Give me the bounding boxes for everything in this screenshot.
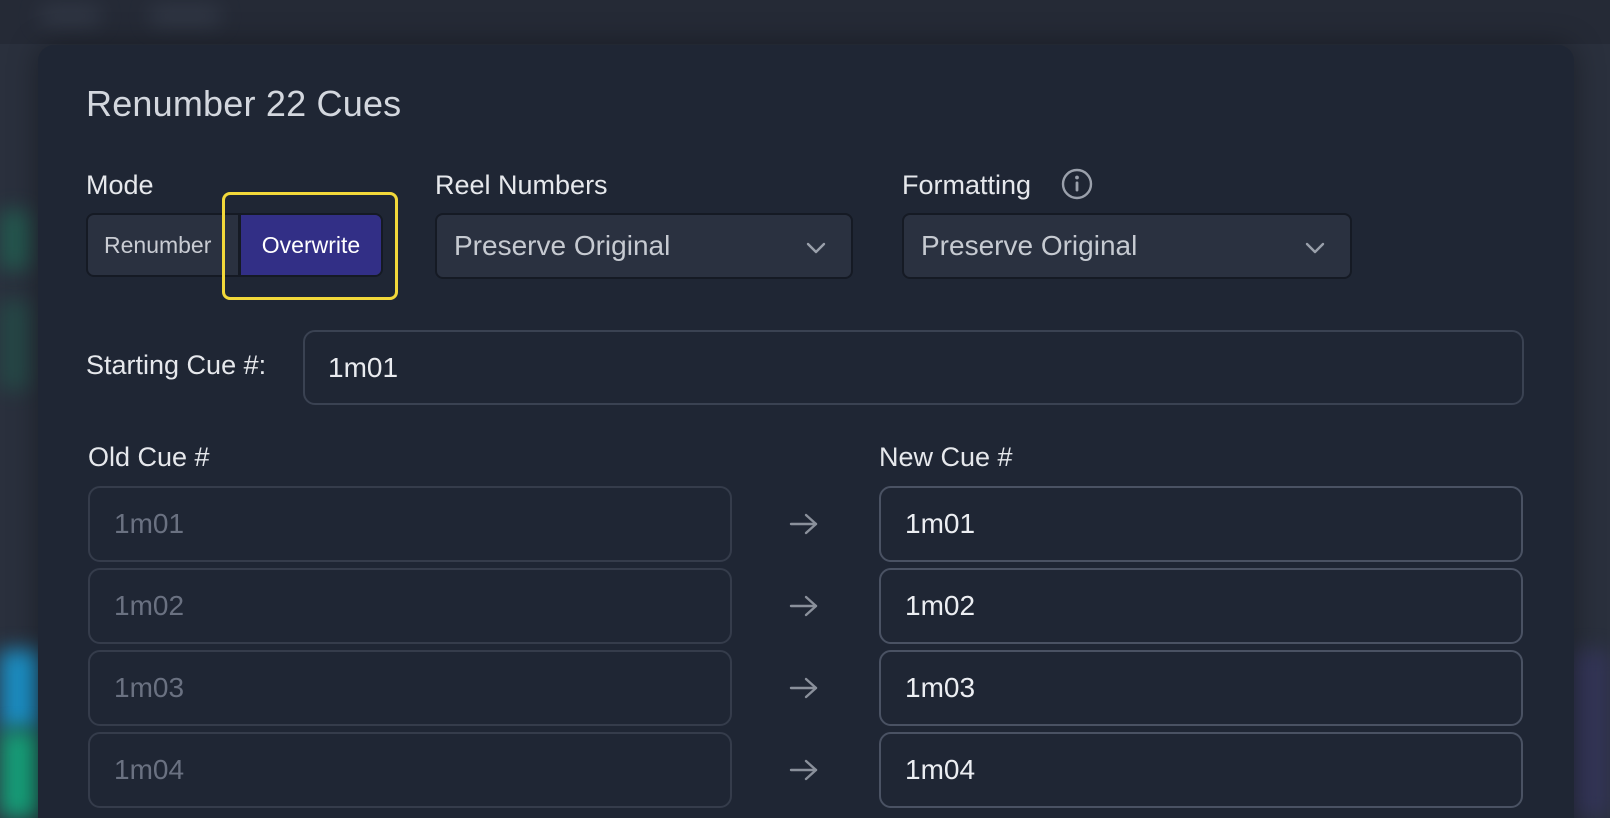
background-shape <box>40 6 100 26</box>
starting-cue-label: Starting Cue #: <box>86 350 267 380</box>
new-cue-input[interactable]: 1m03 <box>879 650 1523 726</box>
formatting-label: Formatting <box>902 170 1032 200</box>
formatting-select[interactable]: Preserve Original <box>902 213 1352 279</box>
new-cue-input[interactable]: 1m02 <box>879 568 1523 644</box>
formatting-value: Preserve Original <box>921 230 1138 261</box>
reel-numbers-select[interactable]: Preserve Original <box>435 213 853 279</box>
background-shape <box>0 650 40 730</box>
background-shape <box>0 300 30 390</box>
dialog-title: Renumber 22 Cues <box>86 83 402 124</box>
mode-label: Mode <box>86 170 154 200</box>
mode-overwrite-button[interactable]: Overwrite <box>238 215 381 275</box>
new-cue-column-header: New Cue # <box>879 442 1013 472</box>
chevron-down-icon <box>1305 242 1325 254</box>
arrow-right-icon <box>789 759 818 781</box>
cue-row: 1m03 1m03 <box>38 650 1574 726</box>
background-shape <box>0 730 40 818</box>
reel-numbers-label: Reel Numbers <box>435 170 608 200</box>
new-cue-input[interactable]: 1m04 <box>879 732 1523 808</box>
reel-numbers-value: Preserve Original <box>454 230 671 261</box>
background-shape <box>1570 650 1610 818</box>
background-shape <box>0 210 30 270</box>
chevron-down-icon <box>806 242 826 254</box>
old-cue-field: 1m04 <box>88 732 732 808</box>
old-cue-field: 1m03 <box>88 650 732 726</box>
old-cue-column-header: Old Cue # <box>88 442 210 472</box>
background-shape <box>150 6 220 26</box>
starting-cue-input[interactable]: 1m01 <box>303 330 1524 405</box>
background-topbar <box>0 0 1610 44</box>
mode-segmented-control: Renumber Overwrite <box>86 213 383 277</box>
mode-renumber-button[interactable]: Renumber <box>88 215 238 275</box>
arrow-right-icon <box>789 513 818 535</box>
old-cue-field: 1m02 <box>88 568 732 644</box>
renumber-dialog: Renumber 22 Cues Mode Reel Numbers Forma… <box>38 45 1574 818</box>
cue-row: 1m02 1m02 <box>38 568 1574 644</box>
arrow-right-icon <box>789 595 818 617</box>
arrow-right-icon <box>789 677 818 699</box>
info-icon[interactable] <box>1061 168 1093 200</box>
cue-row: 1m01 1m01 <box>38 486 1574 562</box>
cue-row: 1m04 1m04 <box>38 732 1574 808</box>
new-cue-input[interactable]: 1m01 <box>879 486 1523 562</box>
old-cue-field: 1m01 <box>88 486 732 562</box>
